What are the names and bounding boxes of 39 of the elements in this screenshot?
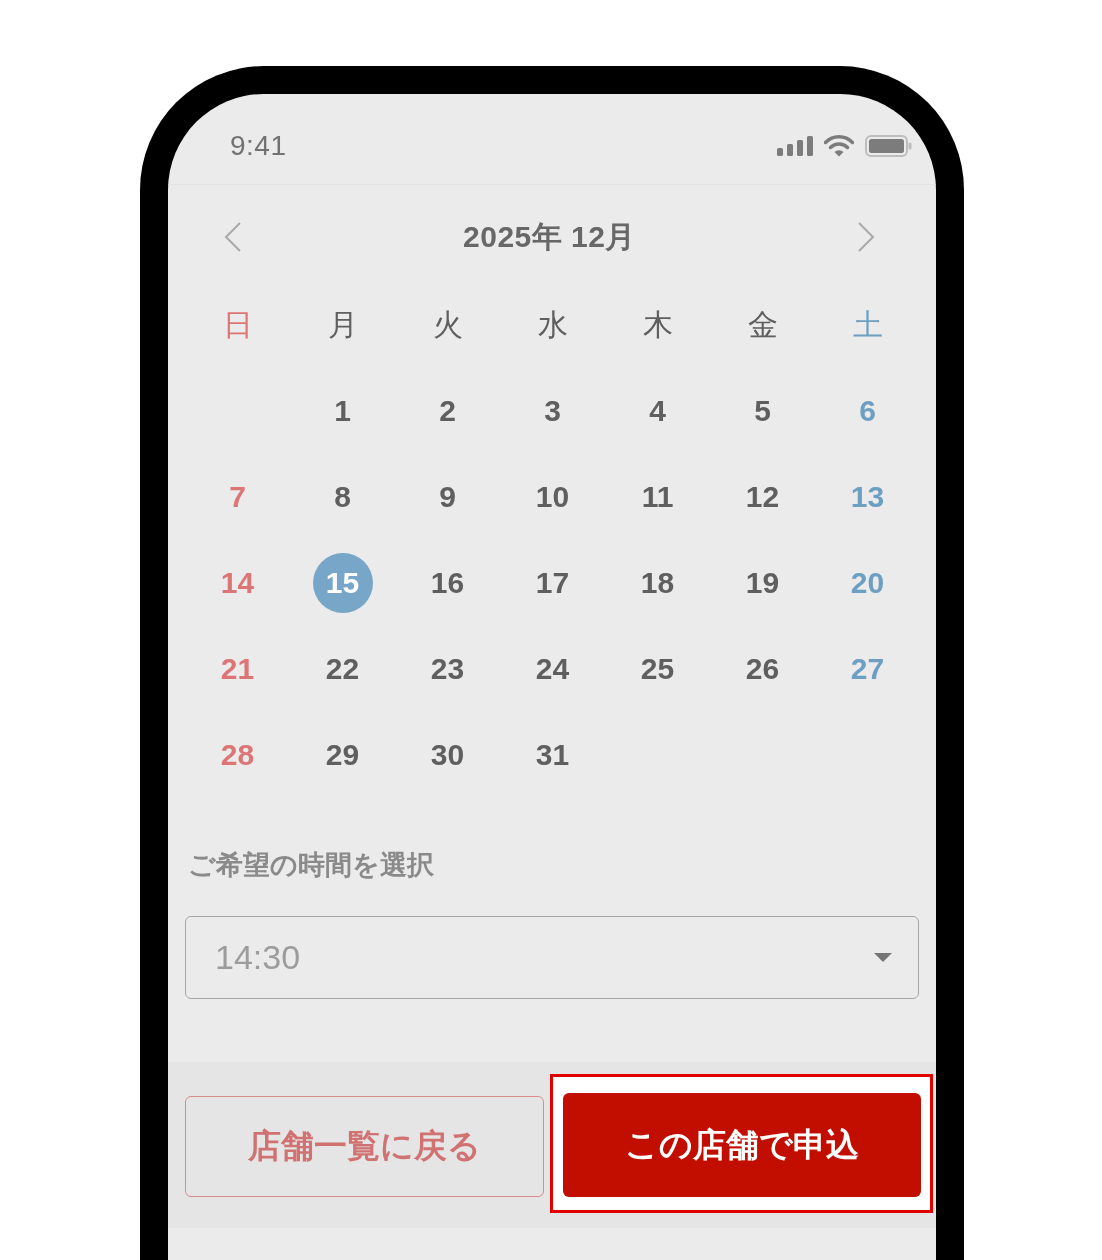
weekday-label: 土 [852, 306, 883, 343]
weekday-label: 火 [432, 306, 463, 343]
calendar-day[interactable]: 23 [417, 639, 478, 699]
calendar-day[interactable]: 16 [417, 553, 478, 613]
month-title: 2025年 12月 [463, 218, 636, 255]
calendar-day[interactable]: 17 [522, 553, 583, 613]
calendar-day[interactable]: 8 [312, 467, 373, 527]
calendar-day[interactable]: 31 [522, 725, 583, 785]
calendar-day[interactable]: 18 [627, 553, 688, 613]
calendar-day[interactable]: 22 [312, 639, 373, 699]
calendar-day[interactable]: 11 [627, 467, 688, 527]
chevron-left-icon[interactable] [224, 222, 242, 252]
calendar-day[interactable]: 4 [627, 381, 688, 441]
weekday-label: 金 [747, 306, 778, 343]
calendar-day[interactable]: 2 [417, 381, 478, 441]
time-label: ご希望の時間を選択 [187, 849, 435, 882]
calendar-day[interactable]: 29 [312, 725, 373, 785]
calendar-day[interactable]: 19 [732, 553, 793, 613]
calendar-day[interactable]: 9 [417, 467, 478, 527]
calendar-day[interactable]: 30 [417, 725, 478, 785]
calendar-day[interactable]: 12 [732, 467, 793, 527]
weekday-label: 木 [642, 306, 673, 343]
weekday-label: 月 [327, 306, 358, 343]
battery-icon [865, 135, 912, 157]
calendar-day[interactable]: 26 [732, 639, 793, 699]
weekday-label: 日 [222, 306, 253, 343]
caret-icon [874, 953, 892, 962]
calendar-day[interactable]: 3 [522, 381, 583, 441]
calendar-day[interactable]: 24 [522, 639, 583, 699]
chevron-right-icon[interactable] [857, 222, 875, 252]
calendar-day[interactable]: 25 [627, 639, 688, 699]
apply-button[interactable]: この店舗で申込 [563, 1093, 921, 1197]
calendar-day[interactable]: 1 [312, 381, 373, 441]
status-time: 9:41 [230, 130, 287, 162]
calendar-day[interactable]: 10 [522, 467, 583, 527]
wifi-icon [824, 135, 854, 157]
calendar-day[interactable]: 5 [732, 381, 793, 441]
signal-icon [777, 136, 813, 156]
weekday-label: 水 [537, 306, 568, 343]
